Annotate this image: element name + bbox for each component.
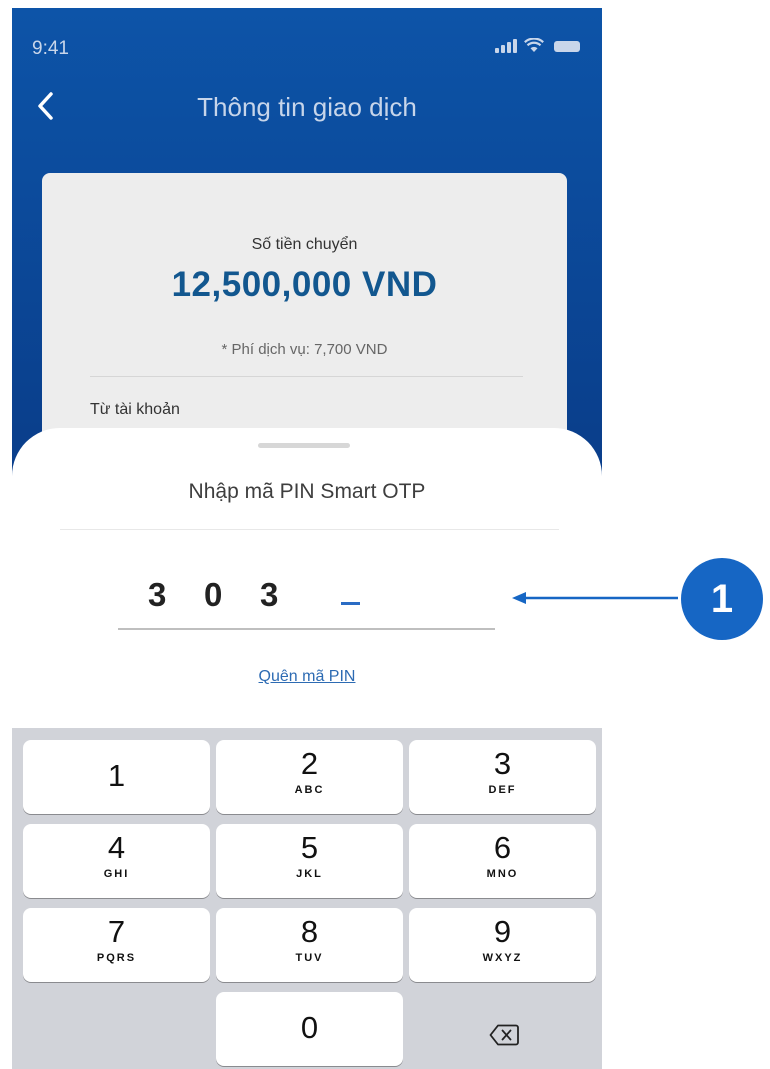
- key-0[interactable]: 0: [216, 992, 403, 1066]
- delete-key[interactable]: [410, 1004, 597, 1068]
- status-bar: 9:41: [12, 8, 602, 78]
- forgot-pin-link[interactable]: Quên mã PIN: [12, 668, 602, 686]
- key-letters: DEF: [488, 784, 517, 796]
- key-digit: 5: [300, 830, 319, 865]
- pin-underline: [118, 628, 495, 630]
- amount-label: Số tiền chuyển: [251, 236, 358, 253]
- key-letters: MNO: [486, 868, 519, 880]
- status-icons: [495, 38, 580, 53]
- key-letters: GHI: [103, 868, 130, 880]
- key-digit: 2: [300, 746, 319, 781]
- key-digit: 4: [107, 830, 126, 865]
- key-digit: 6: [493, 830, 512, 865]
- key-letters: TUV: [295, 952, 324, 964]
- key-digit: 3: [493, 746, 512, 781]
- pin-digit: 0: [204, 576, 223, 613]
- key-letters: WXYZ: [482, 952, 523, 964]
- key-digit: 1: [107, 758, 126, 793]
- key-1[interactable]: 1: [23, 740, 210, 814]
- key-7[interactable]: 7 PQRS: [23, 908, 210, 982]
- pin-sheet-title: Nhập mã PIN Smart OTP: [188, 480, 426, 503]
- key-digit: 0: [300, 1010, 319, 1045]
- from-account-label: Từ tài khoản: [90, 401, 180, 418]
- card-divider: [90, 376, 523, 377]
- fee-text: * Phí dịch vụ: 7,700 VND: [221, 341, 388, 358]
- callout-badge: 1: [681, 558, 763, 640]
- key-digit: 7: [107, 914, 126, 949]
- pin-input[interactable]: 3 0 3: [118, 558, 495, 630]
- key-4[interactable]: 4 GHI: [23, 824, 210, 898]
- wifi-icon: [524, 38, 544, 52]
- key-3[interactable]: 3 DEF: [409, 740, 596, 814]
- key-8[interactable]: 8 TUV: [216, 908, 403, 982]
- status-time: 9:41: [32, 38, 69, 59]
- pin-cursor: [341, 602, 360, 605]
- key-letters: ABC: [294, 784, 325, 796]
- key-digit: 9: [493, 914, 512, 949]
- key-digit: 8: [300, 914, 319, 949]
- key-5[interactable]: 5 JKL: [216, 824, 403, 898]
- drag-handle[interactable]: [258, 443, 350, 448]
- callout-arrow: [512, 592, 678, 604]
- key-letters: PQRS: [96, 952, 137, 964]
- page-title: Thông tin giao dịch: [197, 92, 417, 122]
- battery-icon: [554, 41, 580, 52]
- sheet-divider: [60, 529, 559, 530]
- numeric-keypad: 1 2 ABC 3 DEF 4 GHI 5 JKL 6 MNO 7 PQRS 8…: [12, 728, 602, 1069]
- phone-screen: 9:41 Thông tin giao dịch Số tiền chuyển …: [12, 8, 602, 1069]
- nav-bar: Thông tin giao dịch: [12, 78, 602, 138]
- pin-digit: 3: [148, 576, 167, 613]
- key-6[interactable]: 6 MNO: [409, 824, 596, 898]
- key-2[interactable]: 2 ABC: [216, 740, 403, 814]
- backspace-icon: [489, 1024, 519, 1046]
- key-letters: JKL: [296, 868, 323, 880]
- key-9[interactable]: 9 WXYZ: [409, 908, 596, 982]
- pin-digit: 3: [260, 576, 279, 613]
- signal-icon: [495, 39, 517, 53]
- amount-value: 12,500,000 VND: [171, 265, 438, 304]
